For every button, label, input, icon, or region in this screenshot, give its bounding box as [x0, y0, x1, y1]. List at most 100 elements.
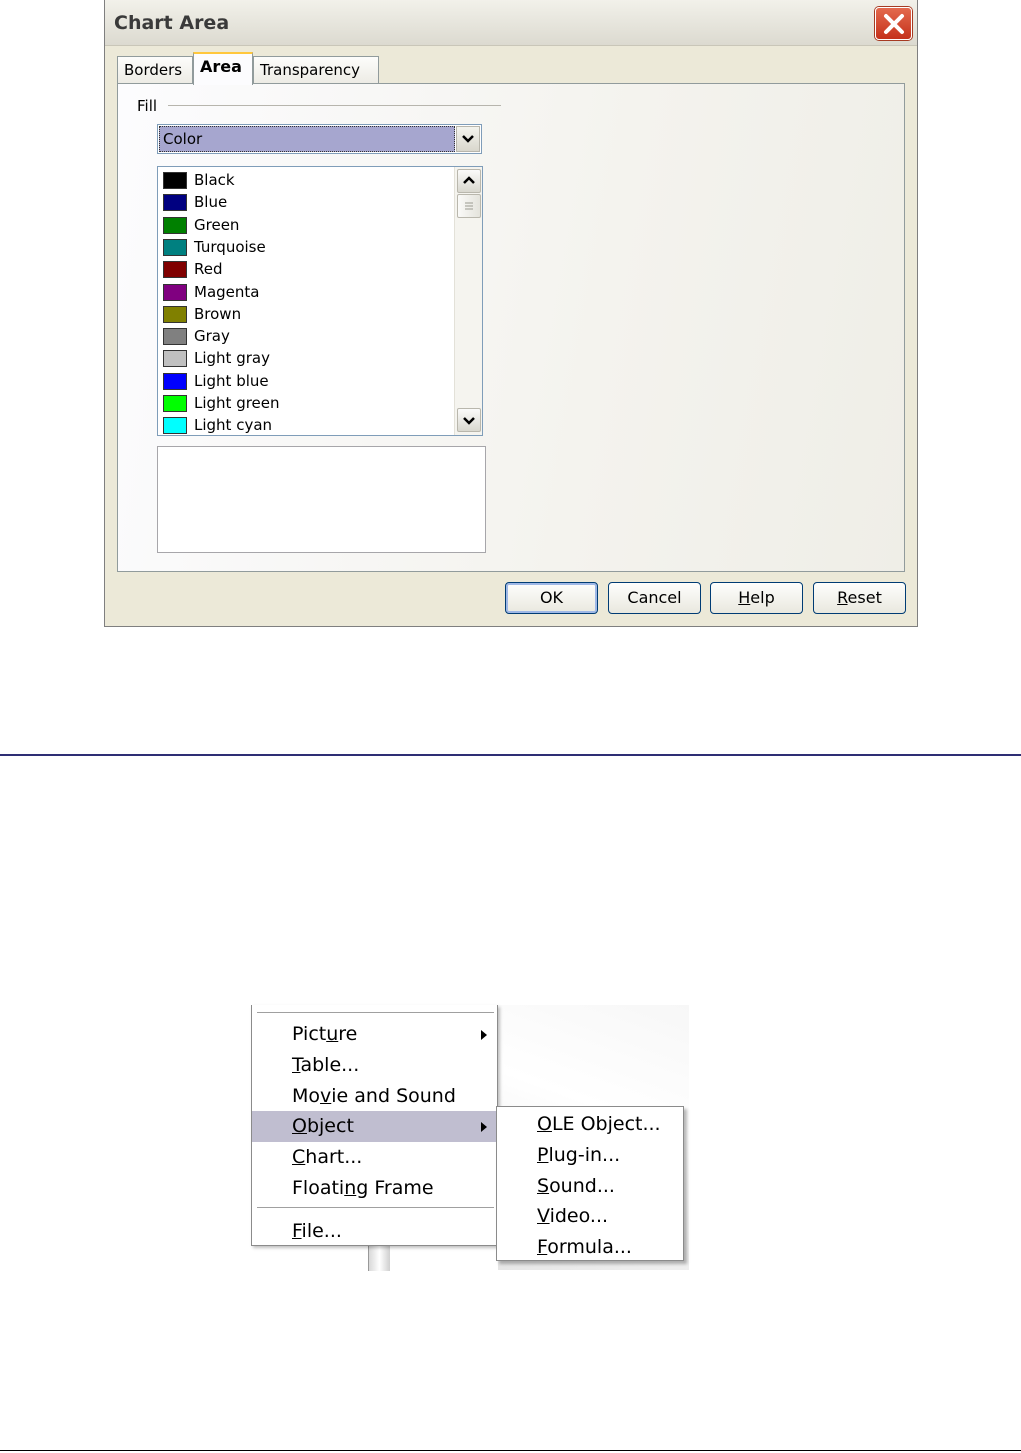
submenu-item-video[interactable]: Video...: [497, 1201, 683, 1232]
submenu-item-sound[interactable]: Sound...: [497, 1171, 683, 1202]
label-post: ile...: [301, 1220, 342, 1242]
chart-area-dialog: Chart Area Borders Area Transparency Fil…: [104, 0, 918, 627]
color-swatch: [163, 305, 187, 323]
color-swatch: [163, 172, 187, 189]
area-tab-panel: Fill Color Black Blue Green Turquoise Re…: [117, 83, 905, 572]
fill-type-value: Color: [159, 126, 455, 152]
menu-item-label: Formula...: [537, 1232, 632, 1263]
menu-item-label: Movie and Sound: [292, 1081, 456, 1112]
insert-menu: File... Picture Table... Movie and Sound Ob…: [251, 1005, 498, 1246]
close-button[interactable]: [875, 7, 912, 40]
label-mnemonic: n: [344, 1177, 357, 1199]
color-name: Turquoise: [194, 237, 266, 256]
color-swatch: [163, 261, 187, 279]
tab-area[interactable]: Area: [193, 52, 253, 85]
section-divider: [0, 754, 1021, 756]
label-pre: Floati: [292, 1177, 345, 1199]
tab-borders[interactable]: Borders: [117, 56, 193, 84]
submenu-arrow-icon: [481, 1122, 487, 1133]
color-swatch: [163, 194, 187, 212]
color-swatch: [163, 395, 187, 412]
label-mnemonic: V: [537, 1205, 550, 1228]
menu-item-table[interactable]: Table...: [252, 1050, 497, 1081]
fill-group-line: [168, 105, 501, 106]
label-pre: Mo: [292, 1084, 321, 1107]
scroll-up-button[interactable]: [457, 169, 481, 193]
reset-button[interactable]: Reset: [813, 582, 906, 614]
label-mnemonic: O: [537, 1113, 552, 1135]
color-list-scrollbar[interactable]: [454, 167, 482, 435]
color-swatch: [163, 283, 187, 301]
menu-item-label: Table...: [292, 1050, 359, 1081]
color-name: Light cyan: [194, 416, 273, 435]
color-list[interactable]: Black Blue Green Turquoise Red Magenta Brown Gr…: [157, 166, 483, 436]
menu-item-object[interactable]: Object: [252, 1111, 497, 1143]
tab-transparency[interactable]: Transparency: [253, 56, 379, 84]
color-name: Magenta: [194, 282, 260, 301]
dropdown-button[interactable]: [456, 126, 480, 152]
dialog-title: Chart Area: [114, 12, 230, 34]
menu-item-floating-frame[interactable]: Floating Frame: [252, 1173, 497, 1204]
help-button[interactable]: Help: [710, 582, 803, 614]
menu-item-label: Object: [292, 1111, 354, 1142]
menu-item-movie-and-sound[interactable]: Movie and Sound: [252, 1081, 497, 1112]
label-post: lug-in...: [548, 1143, 621, 1166]
label-post: LE Object...: [551, 1113, 661, 1135]
color-name: Black: [194, 171, 235, 189]
color-swatch: [163, 328, 187, 346]
submenu-item-formula[interactable]: Formula...: [497, 1232, 683, 1263]
menu-item-label: Floating Frame: [292, 1173, 434, 1204]
color-name: Light gray: [194, 349, 270, 368]
label-mnemonic: S: [537, 1174, 550, 1197]
label-mnemonic: F: [292, 1220, 302, 1242]
reset-label-mnemonic: R: [837, 588, 848, 607]
label-pre: Pict: [292, 1023, 327, 1045]
label-mnemonic: u: [326, 1023, 339, 1045]
label-mnemonic: O: [292, 1115, 307, 1138]
menu-item-label: Chart...: [292, 1142, 362, 1173]
cancel-button[interactable]: Cancel: [608, 582, 701, 614]
label-post: ound...: [549, 1174, 615, 1197]
label-post: ormula...: [547, 1236, 632, 1259]
menu-top-separator: [257, 1012, 494, 1013]
menu-item-label: File...: [292, 1216, 342, 1247]
chevron-up-icon: [463, 176, 475, 184]
label-mnemonic: v: [320, 1084, 332, 1107]
grip-icon: [465, 202, 473, 210]
menu-item-label: OLE Object...: [537, 1109, 661, 1140]
color-name: Red: [194, 260, 223, 279]
scroll-thumb[interactable]: [457, 194, 481, 218]
label-post: hart...: [305, 1146, 363, 1169]
menu-item-file[interactable]: File...: [252, 1216, 497, 1247]
chevron-down-icon: [462, 135, 474, 143]
fill-label: Fill: [137, 97, 158, 115]
menu-item-picture[interactable]: Picture: [252, 1019, 497, 1050]
object-submenu: OLE Object... Plug-in... Sound... Video... F…: [496, 1106, 684, 1261]
submenu-item-plug-in[interactable]: Plug-in...: [497, 1140, 683, 1171]
scroll-down-button[interactable]: [457, 408, 481, 432]
label-post: re: [338, 1023, 358, 1045]
label-mnemonic: P: [537, 1143, 549, 1166]
color-name: Green: [194, 215, 240, 234]
chevron-down-icon: [463, 417, 475, 425]
color-swatch: [163, 417, 187, 435]
menu-item-chart[interactable]: Chart...: [252, 1142, 497, 1173]
color-swatch: [163, 216, 187, 234]
help-label-mnemonic: H: [738, 588, 751, 607]
label-mnemonic: C: [292, 1146, 306, 1169]
label-post: ideo...: [549, 1205, 609, 1228]
submenu-item-ole-object[interactable]: OLE Object...: [497, 1109, 683, 1140]
color-name: Blue: [194, 193, 228, 212]
ruler-strip: [368, 1246, 390, 1271]
page-bottom-rule: [0, 1450, 1021, 1451]
menu-separator: [257, 1207, 494, 1208]
color-swatch: [163, 350, 187, 368]
menu-item-label: Video...: [537, 1201, 608, 1232]
label-mnemonic: F: [537, 1236, 548, 1259]
menu-item-label: Plug-in...: [537, 1140, 620, 1171]
fill-type-select[interactable]: Color: [157, 124, 482, 154]
ok-button[interactable]: OK: [505, 582, 598, 614]
fill-preview: [157, 446, 486, 553]
dialog-titlebar[interactable]: Chart Area: [105, 0, 917, 46]
color-name: Gray: [194, 327, 230, 346]
